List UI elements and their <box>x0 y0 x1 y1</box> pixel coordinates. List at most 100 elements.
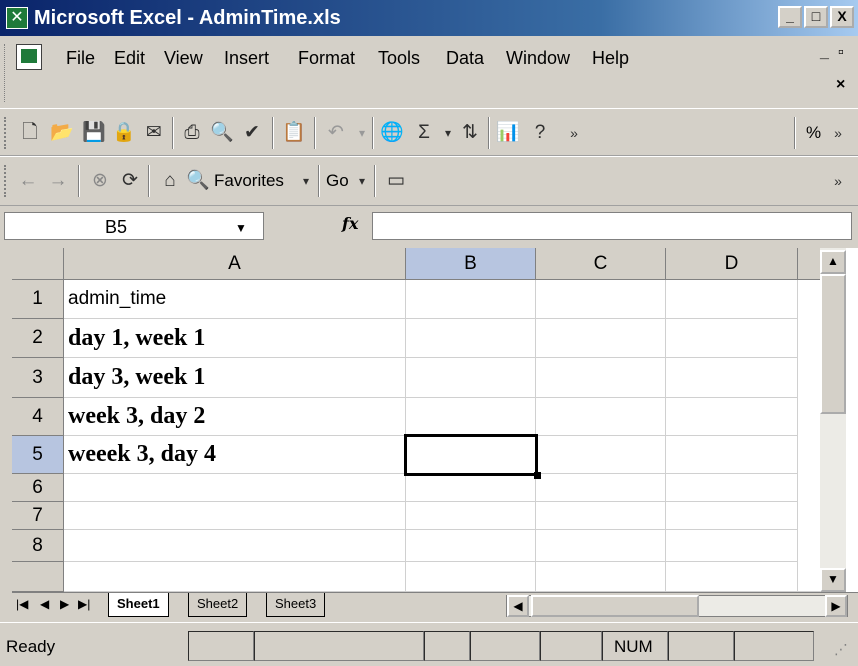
cell-b9[interactable] <box>406 562 536 592</box>
cell-b7[interactable] <box>406 502 536 530</box>
horizontal-scrollbar[interactable]: ◀ ▶ <box>506 595 848 617</box>
row-header-7[interactable]: 7 <box>12 502 64 530</box>
undo-dropdown-icon[interactable]: ▾ <box>350 121 374 145</box>
cell-d9[interactable] <box>666 562 798 592</box>
cell-a2[interactable]: day 1, week 1 <box>64 319 406 358</box>
cell-d5[interactable] <box>666 436 798 474</box>
cell-c6[interactable] <box>536 474 666 502</box>
vertical-scrollbar[interactable]: ▲ ▼ <box>820 248 846 592</box>
next-sheet-icon[interactable]: ▶ <box>60 597 69 611</box>
row-header-4[interactable]: 4 <box>12 398 64 436</box>
print-icon[interactable]: ⎙ <box>180 121 204 145</box>
refresh-icon[interactable]: ⟳ <box>118 169 142 193</box>
back-icon[interactable]: ← <box>16 169 40 193</box>
menu-tools[interactable]: Tools <box>378 48 420 69</box>
cell-c1[interactable] <box>536 280 666 319</box>
cell-a5[interactable]: weeek 3, day 4 <box>64 436 406 474</box>
column-header-d[interactable]: D <box>666 248 798 280</box>
percent-style-button[interactable]: % <box>806 123 821 143</box>
cell-a3[interactable]: day 3, week 1 <box>64 358 406 398</box>
menu-view[interactable]: View <box>164 48 203 69</box>
open-icon[interactable]: 📂 <box>50 121 74 145</box>
go-menu[interactable]: Go <box>326 171 349 191</box>
fill-handle[interactable] <box>534 472 541 479</box>
go-dropdown-icon[interactable]: ▾ <box>350 169 374 193</box>
help-icon[interactable]: ? <box>528 121 552 145</box>
cell-c7[interactable] <box>536 502 666 530</box>
cell-d3[interactable] <box>666 358 798 398</box>
spelling-icon[interactable]: ✔ <box>240 121 264 145</box>
row-header-9[interactable] <box>12 562 64 592</box>
cell-a8[interactable] <box>64 530 406 562</box>
chart-wizard-icon[interactable]: 📊 <box>496 121 520 145</box>
cell-c8[interactable] <box>536 530 666 562</box>
cell-d4[interactable] <box>666 398 798 436</box>
name-box-dropdown-icon[interactable]: ▼ <box>235 221 247 235</box>
maximize-button[interactable]: □ <box>804 6 828 28</box>
autosum-icon[interactable]: Σ <box>412 121 436 145</box>
hyperlink-icon[interactable]: 🌐 <box>380 121 404 145</box>
row-header-1[interactable]: 1 <box>12 280 64 319</box>
cell-a6[interactable] <box>64 474 406 502</box>
row-header-6[interactable]: 6 <box>12 474 64 502</box>
worksheet-grid[interactable]: A B C D 1 2 3 4 5 6 7 8 admin_time day 1… <box>12 248 858 592</box>
sheet-tab-sheet2[interactable]: Sheet2 <box>188 593 248 617</box>
home-icon[interactable]: ⌂ <box>158 169 182 193</box>
cell-a4[interactable]: week 3, day 2 <box>64 398 406 436</box>
cell-d7[interactable] <box>666 502 798 530</box>
row-header-5[interactable]: 5 <box>12 436 64 474</box>
scroll-down-button[interactable]: ▼ <box>820 568 846 592</box>
formula-input[interactable] <box>372 212 852 240</box>
scroll-right-button[interactable]: ▶ <box>825 595 847 617</box>
doc-close-button[interactable]: × <box>836 76 845 94</box>
cell-d1[interactable] <box>666 280 798 319</box>
scroll-left-button[interactable]: ◀ <box>507 595 529 617</box>
doc-minimize-button[interactable]: _ <box>820 44 829 62</box>
paste-icon[interactable]: 📋 <box>282 121 306 145</box>
resize-grip-icon[interactable]: ⋰ <box>834 641 848 658</box>
cell-b6[interactable] <box>406 474 536 502</box>
cell-d2[interactable] <box>666 319 798 358</box>
menu-file[interactable]: File <box>66 48 95 69</box>
permission-icon[interactable]: 🔒 <box>112 121 136 145</box>
sort-ascending-icon[interactable]: ⇅ <box>458 121 482 145</box>
cell-b1[interactable] <box>406 280 536 319</box>
cell-c4[interactable] <box>536 398 666 436</box>
cell-c9[interactable] <box>536 562 666 592</box>
toolbar-grip[interactable] <box>4 165 8 197</box>
search-web-icon[interactable]: 🔍 <box>186 169 210 193</box>
cell-c5[interactable] <box>536 436 666 474</box>
menu-grip[interactable] <box>4 44 8 102</box>
undo-icon[interactable]: ↶ <box>324 121 348 145</box>
new-icon[interactable]: 🗋 <box>18 121 42 145</box>
cell-b3[interactable] <box>406 358 536 398</box>
row-header-3[interactable]: 3 <box>12 358 64 398</box>
column-header-b[interactable]: B <box>406 248 536 280</box>
cell-d8[interactable] <box>666 530 798 562</box>
overflow-icon[interactable]: » <box>826 169 850 193</box>
menu-window[interactable]: Window <box>506 48 570 69</box>
last-sheet-icon[interactable]: ▶| <box>78 597 90 611</box>
select-all-corner[interactable] <box>12 248 64 280</box>
cell-d6[interactable] <box>666 474 798 502</box>
favorites-dropdown-icon[interactable]: ▾ <box>294 169 318 193</box>
menu-insert[interactable]: Insert <box>224 48 269 69</box>
autosum-dropdown-icon[interactable]: ▾ <box>436 121 460 145</box>
print-preview-icon[interactable]: 🔍 <box>210 121 234 145</box>
cell-b4[interactable] <box>406 398 536 436</box>
cell-b8[interactable] <box>406 530 536 562</box>
row-header-2[interactable]: 2 <box>12 319 64 358</box>
save-icon[interactable]: 💾 <box>82 121 106 145</box>
overflow-icon[interactable]: » <box>562 121 586 145</box>
close-button[interactable]: X <box>830 6 854 28</box>
toolbar-grip[interactable] <box>4 117 8 149</box>
cell-c3[interactable] <box>536 358 666 398</box>
workbook-icon[interactable] <box>16 44 42 70</box>
prev-sheet-icon[interactable]: ◀ <box>40 597 49 611</box>
cell-a9[interactable] <box>64 562 406 592</box>
name-box[interactable]: B5 ▼ <box>4 212 264 240</box>
cell-c2[interactable] <box>536 319 666 358</box>
overflow-icon[interactable]: » <box>826 121 850 145</box>
vertical-scroll-thumb[interactable] <box>820 274 846 414</box>
excel-app-icon[interactable]: ✕ <box>6 7 28 29</box>
